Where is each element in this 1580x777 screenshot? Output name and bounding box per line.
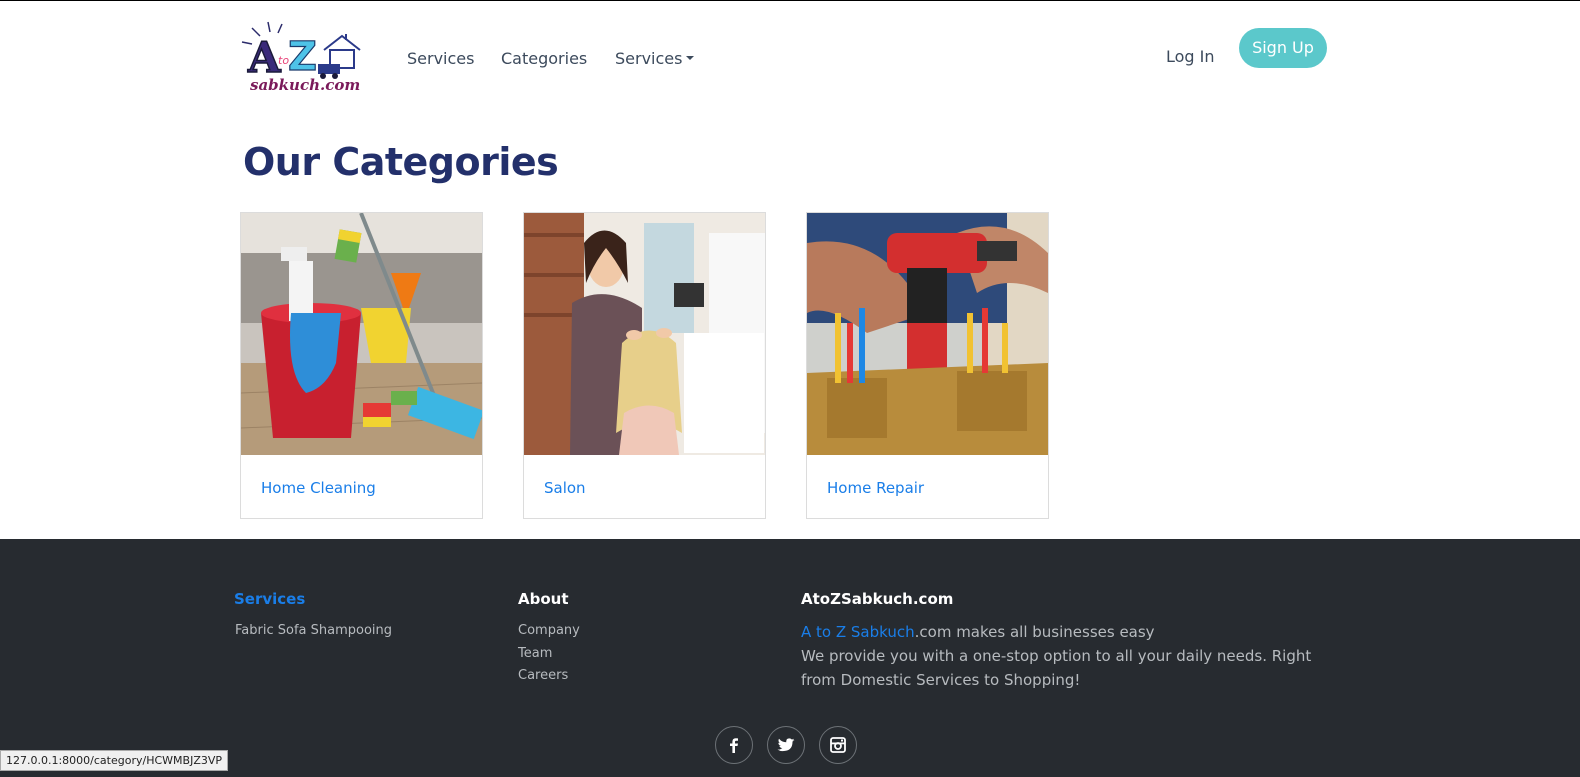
nav-dropdown-services[interactable]: Services (615, 49, 695, 68)
browser-status-bar-url: 127.0.0.1:8000/category/HCWMBJZ3VP (0, 750, 229, 771)
signup-button[interactable]: Sign Up (1239, 28, 1327, 68)
category-link-home-cleaning[interactable]: Home Cleaning (261, 479, 376, 497)
caret-down-icon (686, 55, 695, 60)
site-footer: Services Fabric Sofa Shampooing About Co… (0, 539, 1580, 777)
footer-tagline-rest: .com makes all businesses easy (914, 623, 1155, 641)
footer-link-fabric-sofa-shampooing[interactable]: Fabric Sofa Shampooing (235, 623, 392, 638)
footer-tagline-highlight[interactable]: A to Z Sabkuch (801, 623, 915, 641)
svg-text:sabkuch.com: sabkuch.com (250, 76, 360, 94)
category-card-salon[interactable]: Salon (523, 212, 766, 519)
footer-tagline: A to Z Sabkuch.com makes all businesses … (801, 620, 1341, 644)
svg-text:A: A (247, 33, 282, 82)
facebook-icon[interactable] (715, 726, 753, 764)
category-card-home-repair[interactable]: Home Repair (806, 212, 1049, 519)
svg-text:Z: Z (288, 34, 317, 80)
footer-about-heading: About (518, 590, 569, 608)
footer-link-careers[interactable]: Careers (518, 668, 568, 683)
category-link-home-repair[interactable]: Home Repair (827, 479, 924, 497)
twitter-icon[interactable] (767, 726, 805, 764)
footer-site-heading: AtoZSabkuch.com (801, 590, 954, 608)
footer-link-company[interactable]: Company (518, 623, 580, 638)
site-logo[interactable]: A to Z sabkuch.com (238, 20, 366, 96)
category-card-home-cleaning[interactable]: Home Cleaning (240, 212, 483, 519)
nav-link-services[interactable]: Services (407, 49, 474, 68)
salon-stylist-photo[interactable] (524, 213, 765, 455)
login-link[interactable]: Log In (1166, 47, 1215, 66)
tool-belt-drill-photo[interactable] (807, 213, 1048, 455)
nav-dropdown-services-label: Services (615, 49, 683, 68)
category-link-salon[interactable]: Salon (544, 479, 586, 497)
nav-link-categories[interactable]: Categories (501, 49, 587, 68)
cleaning-bucket-photo[interactable] (241, 213, 482, 455)
page-title: Our Categories (243, 140, 559, 184)
footer-link-team[interactable]: Team (518, 646, 552, 661)
footer-description: We provide you with a one-stop option to… (801, 647, 1312, 689)
top-navbar: A to Z sabkuch.com Services Categories S… (0, 1, 1580, 113)
instagram-icon[interactable] (819, 726, 857, 764)
footer-services-heading: Services (234, 590, 306, 608)
